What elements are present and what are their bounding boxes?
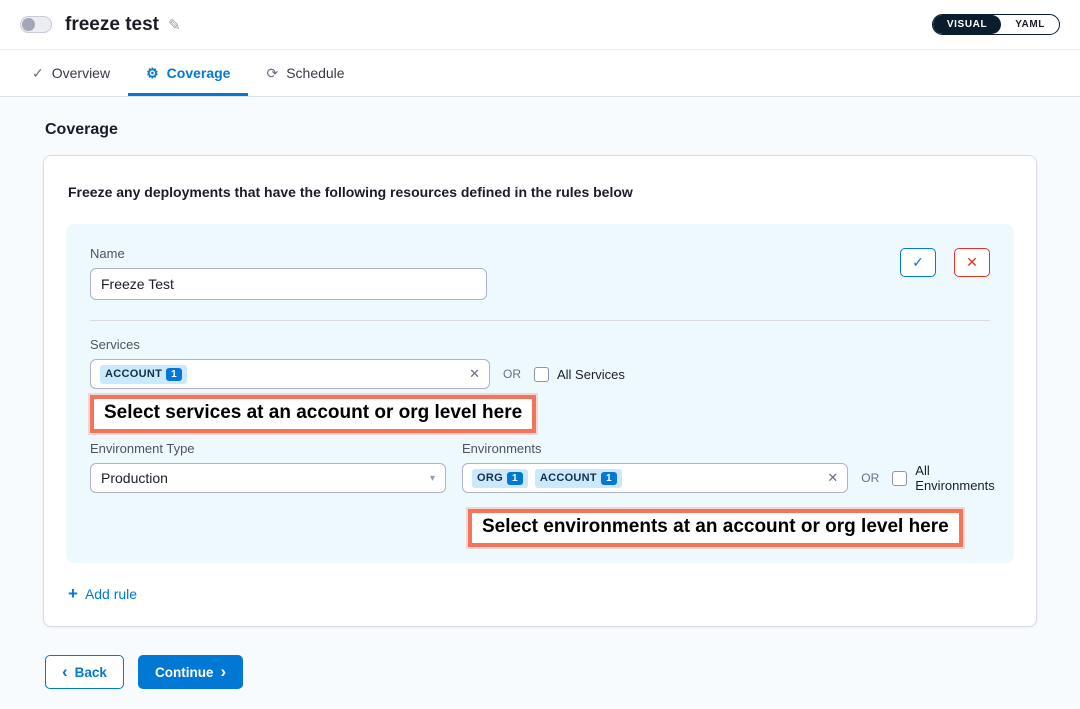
cancel-rule-button[interactable]: ✕	[954, 248, 990, 277]
environments-multiselect[interactable]: ORG 1 ACCOUNT 1 ✕	[462, 463, 848, 493]
all-services-checkbox-wrap[interactable]: All Services	[534, 367, 625, 382]
toggle-knob	[22, 18, 35, 31]
environments-or-label: OR	[861, 471, 879, 485]
tab-coverage-label: Coverage	[167, 65, 231, 81]
environments-clear-icon[interactable]: ✕	[827, 470, 838, 486]
app-root: freeze test ✎ VISUAL YAML ✓ Overview ⚙ C…	[0, 0, 1080, 708]
plus-icon: +	[68, 585, 78, 602]
card-instruction: Freeze any deployments that have the fol…	[68, 184, 1014, 200]
header-left: freeze test ✎	[20, 14, 181, 36]
coverage-card: Freeze any deployments that have the fol…	[43, 155, 1037, 627]
environments-row: ORG 1 ACCOUNT 1 ✕ OR	[462, 463, 1008, 493]
tab-overview-label: Overview	[52, 65, 110, 81]
services-row: ACCOUNT 1 ✕ OR All Services	[90, 359, 990, 389]
gear-icon: ⚙	[146, 65, 159, 82]
close-icon: ✕	[966, 254, 978, 271]
name-field-group: Name	[90, 246, 487, 300]
visual-yaml-toggle: VISUAL YAML	[932, 14, 1060, 35]
name-label: Name	[90, 246, 487, 261]
tab-schedule[interactable]: ⟳ Schedule	[248, 50, 362, 96]
environments-field-group: Environments ORG 1 ACCOUNT 1	[462, 441, 1008, 493]
environment-tag-account[interactable]: ACCOUNT 1	[535, 469, 622, 488]
all-environments-checkbox-wrap[interactable]: All Environments	[892, 463, 1008, 493]
add-rule-button[interactable]: + Add rule	[66, 585, 137, 604]
services-label: Services	[90, 337, 990, 352]
environments-label: Environments	[462, 441, 1008, 456]
environment-type-label: Environment Type	[90, 441, 446, 456]
tab-schedule-label: Schedule	[286, 65, 344, 81]
environments-annotation: Select environments at an account or org…	[468, 509, 963, 547]
all-environments-checkbox[interactable]	[892, 471, 907, 486]
freeze-title: freeze test	[65, 14, 159, 36]
tab-coverage[interactable]: ⚙ Coverage	[128, 50, 248, 96]
tag-label: ACCOUNT	[105, 368, 162, 380]
tag-count-badge: 1	[166, 368, 182, 381]
rule-name-row: Name ✓ ✕	[90, 246, 990, 300]
environment-type-value: Production	[101, 470, 168, 486]
coverage-section-title: Coverage	[45, 121, 1037, 139]
environment-tag-org[interactable]: ORG 1	[472, 469, 528, 488]
continue-button[interactable]: Continue ›	[138, 655, 243, 689]
freeze-enabled-toggle[interactable]	[20, 16, 52, 33]
services-multiselect[interactable]: ACCOUNT 1 ✕	[90, 359, 490, 389]
edit-title-icon[interactable]: ✎	[168, 16, 181, 34]
chevron-down-icon: ▾	[430, 473, 435, 484]
tab-overview[interactable]: ✓ Overview	[14, 50, 128, 96]
confirm-rule-button[interactable]: ✓	[900, 248, 936, 277]
services-annotation: Select services at an account or org lev…	[90, 395, 536, 433]
all-services-label: All Services	[557, 367, 625, 382]
continue-button-label: Continue	[155, 665, 214, 680]
environment-row: Environment Type Production ▾ Environmen…	[90, 441, 990, 493]
main-content: Coverage Freeze any deployments that hav…	[0, 97, 1080, 708]
tag-count-badge: 1	[601, 472, 617, 485]
check-icon: ✓	[32, 65, 44, 82]
header: freeze test ✎ VISUAL YAML	[0, 0, 1080, 50]
schedule-icon: ⟳	[266, 65, 278, 82]
chevron-right-icon: ›	[220, 663, 226, 682]
rule-name-input[interactable]	[90, 268, 487, 300]
tag-count-badge: 1	[507, 472, 523, 485]
all-services-checkbox[interactable]	[534, 367, 549, 382]
rule-actions: ✓ ✕	[900, 246, 990, 277]
check-icon: ✓	[912, 254, 924, 271]
tag-label: ORG	[477, 472, 503, 484]
tag-label: ACCOUNT	[540, 472, 597, 484]
back-button[interactable]: ‹ Back	[45, 655, 124, 689]
rule-panel: Name ✓ ✕ Services ACCOUNT 1	[66, 224, 1014, 563]
back-button-label: Back	[75, 665, 107, 680]
add-rule-label: Add rule	[85, 586, 137, 602]
environment-type-dropdown[interactable]: Production ▾	[90, 463, 446, 493]
yaml-toggle-button[interactable]: YAML	[1001, 15, 1059, 34]
tab-bar: ✓ Overview ⚙ Coverage ⟳ Schedule	[0, 50, 1080, 97]
footer-buttons: ‹ Back Continue ›	[45, 655, 1037, 689]
environment-type-field-group: Environment Type Production ▾	[90, 441, 446, 493]
service-tag-account[interactable]: ACCOUNT 1	[100, 365, 187, 384]
visual-toggle-button[interactable]: VISUAL	[933, 15, 1001, 34]
rule-divider	[90, 320, 990, 321]
services-clear-icon[interactable]: ✕	[469, 366, 480, 382]
all-environments-label: All Environments	[915, 463, 1008, 493]
chevron-left-icon: ‹	[62, 663, 68, 682]
services-or-label: OR	[503, 367, 521, 381]
